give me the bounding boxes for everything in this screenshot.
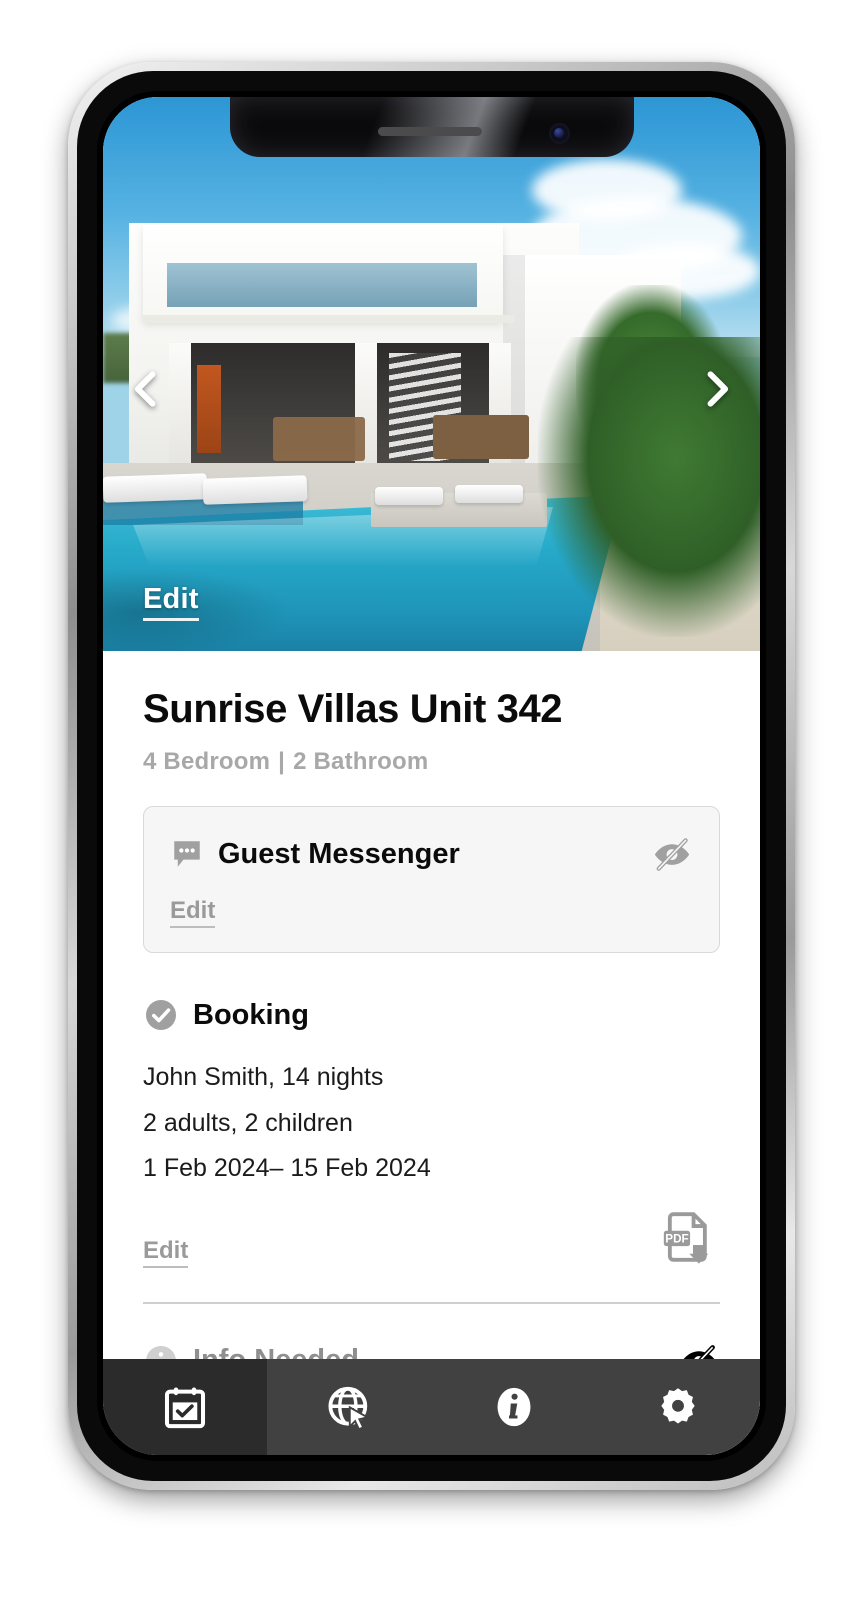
guest-messenger-header: Guest Messenger xyxy=(170,833,693,875)
sun-lounger xyxy=(455,485,523,503)
carousel-next-button[interactable] xyxy=(690,363,742,415)
property-specs: 4 Bedroom | 2 Bathroom xyxy=(143,748,720,776)
guest-messenger-title-group: Guest Messenger xyxy=(170,837,460,871)
phone-bezel: Edit Sunrise Villas Unit 342 4 Bedroom | 2… xyxy=(97,91,766,1461)
villa-upper-windows xyxy=(167,263,477,307)
bathroom-count: 2 Bathroom xyxy=(293,748,429,775)
eye-slash-icon[interactable] xyxy=(651,833,693,875)
pdf-download-icon[interactable]: PDF xyxy=(658,1206,720,1268)
booking-footer: Edit PDF xyxy=(143,1206,720,1268)
carousel-prev-button[interactable] xyxy=(121,363,173,415)
cloud xyxy=(532,159,682,221)
guest-messenger-edit-link[interactable]: Edit xyxy=(170,897,216,928)
patio-sofa xyxy=(273,417,365,461)
chevron-left-icon xyxy=(134,371,156,407)
booking-guest-nights: John Smith, 14 nights xyxy=(143,1063,384,1091)
sun-lounger xyxy=(375,487,443,505)
nav-settings[interactable] xyxy=(596,1359,760,1455)
booking-edit-link[interactable]: Edit xyxy=(143,1237,189,1268)
page-title: Sunrise Villas Unit 342 xyxy=(143,687,563,731)
info-icon xyxy=(497,1387,531,1427)
section-divider xyxy=(143,1301,720,1304)
guest-messenger-card[interactable]: Guest Messenger Edit xyxy=(143,806,720,953)
patio-dining-table xyxy=(433,415,529,459)
gear-icon xyxy=(661,1388,695,1424)
nav-calendar[interactable] xyxy=(103,1359,268,1455)
property-hero-image[interactable]: Edit xyxy=(103,97,760,651)
sun-lounger xyxy=(103,473,208,503)
chevron-right-icon xyxy=(707,371,729,407)
spec-separator: | xyxy=(278,748,286,775)
villa-balcony-rail xyxy=(143,315,515,323)
phone-mid-frame: Edit Sunrise Villas Unit 342 4 Bedroom | 2… xyxy=(77,71,786,1481)
globe-cursor-icon xyxy=(328,1386,371,1430)
phone-frame: Edit Sunrise Villas Unit 342 4 Bedroom | 2… xyxy=(68,62,795,1490)
bottom-navigation-bar xyxy=(103,1359,760,1455)
booking-details: John Smith, 14 nights 2 adults, 2 childr… xyxy=(143,1055,720,1192)
bedroom-count: 4 Bedroom xyxy=(143,748,271,775)
phone-screen: Edit Sunrise Villas Unit 342 4 Bedroom | 2… xyxy=(103,97,760,1455)
booking-section: Booking John Smith, 14 nights 2 adults, … xyxy=(143,997,720,1268)
property-details-panel: Sunrise Villas Unit 342 4 Bedroom | 2 Bath… xyxy=(103,651,760,1455)
booking-occupancy: 2 adults, 2 children xyxy=(143,1108,353,1137)
booking-header: Booking xyxy=(143,997,720,1033)
check-circle-icon xyxy=(146,1000,176,1030)
chat-bubble-icon xyxy=(174,841,200,867)
svg-text:PDF: PDF xyxy=(665,1232,688,1245)
nav-web[interactable] xyxy=(267,1359,431,1455)
guest-messenger-title: Guest Messenger xyxy=(218,837,460,870)
nav-info[interactable] xyxy=(432,1359,596,1455)
booking-title: Booking xyxy=(193,998,309,1031)
hero-edit-link[interactable]: Edit xyxy=(143,583,199,621)
villa-entry-door xyxy=(197,365,221,453)
sun-lounger xyxy=(202,475,308,505)
booking-dates: 1 Feb 2024– 15 Feb 2024 xyxy=(143,1154,431,1182)
calendar-check-icon xyxy=(165,1387,206,1429)
